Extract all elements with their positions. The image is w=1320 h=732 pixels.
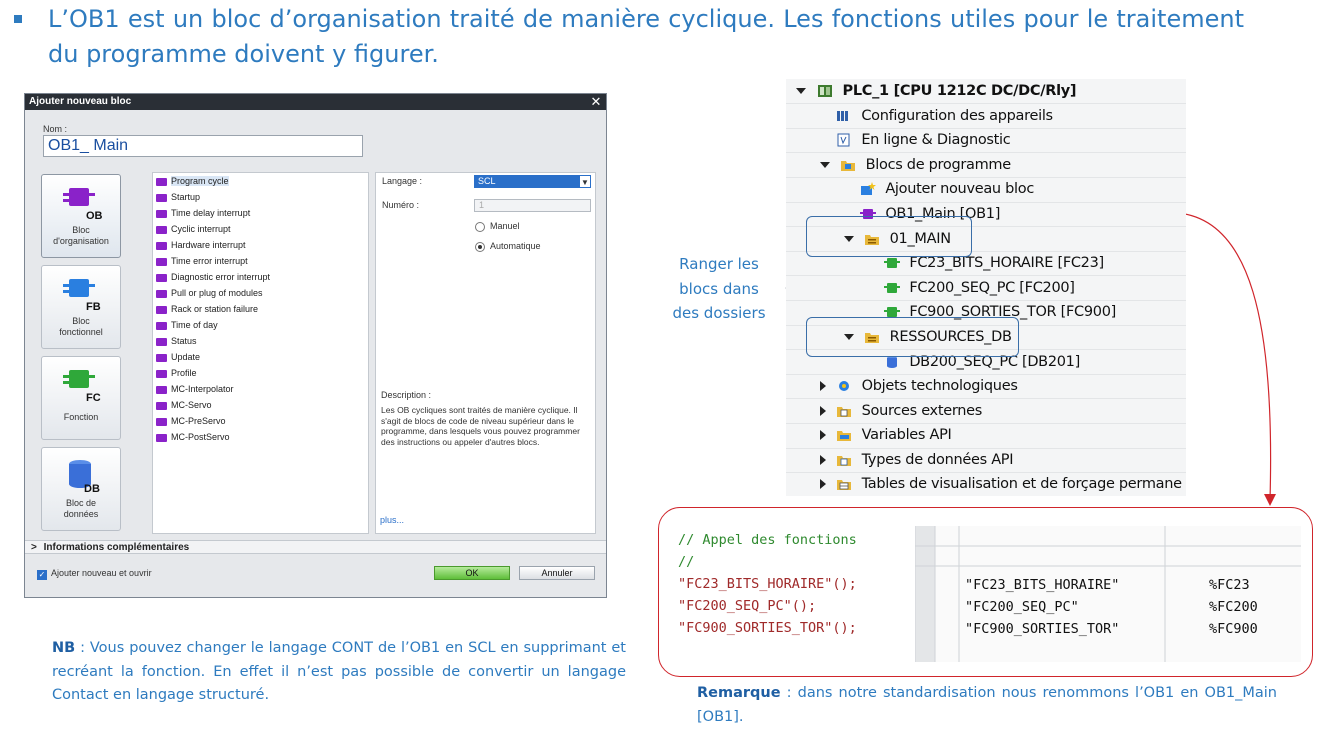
tree-item-tables[interactable]: Tables de visualisation et de forçage pe… <box>820 472 1182 496</box>
tree-item-types[interactable]: Types de données API <box>820 448 1014 472</box>
add-block-icon <box>861 182 876 195</box>
folder-highlight-box <box>806 216 972 257</box>
tree-item-tech[interactable]: Objets technologiques <box>820 374 1018 398</box>
code-comment: // <box>678 554 695 570</box>
remark-note: Remarque : dans notre standardisation no… <box>697 682 1277 729</box>
tree-item-add-block[interactable]: Ajouter nouveau bloc <box>860 177 1034 201</box>
folder-highlight-box <box>806 317 1019 357</box>
datatype-folder-icon <box>837 456 852 466</box>
plc-icon <box>817 85 832 97</box>
device-config-icon <box>837 111 848 121</box>
table-cell: %FC200 <box>1209 599 1258 615</box>
tree-item-plc[interactable]: PLC_1 [CPU 1212C DC/DC/Rly] <box>796 79 1077 103</box>
code-call: "FC200_SEQ_PC"(); <box>678 598 817 614</box>
code-call: "FC23_BITS_HORAIRE"(); <box>678 576 857 592</box>
tree-item-vars[interactable]: Variables API <box>820 423 952 447</box>
tree-item-sources[interactable]: Sources externes <box>820 399 982 423</box>
collapse-arrow-icon <box>820 381 826 391</box>
table-cell: "FC200_SEQ_PC" <box>965 599 1079 615</box>
project-tree: PLC_1 [CPU 1212C DC/DC/Rly] Configuratio… <box>786 79 1186 496</box>
code-call: "FC900_SORTIES_TOR"(); <box>678 620 857 636</box>
folder-icon <box>841 161 856 171</box>
arrow-head-icon <box>1264 494 1276 506</box>
tree-item-blocks[interactable]: Blocs de programme <box>820 153 1011 177</box>
remark-label: Remarque <box>697 685 781 701</box>
fc-block-icon <box>884 283 900 293</box>
diagnostic-icon <box>837 133 850 147</box>
watch-table-icon <box>837 480 852 490</box>
code-comment: // Appel des fonctions <box>678 532 857 548</box>
table-cell: "FC23_BITS_HORAIRE" <box>965 577 1120 593</box>
source-folder-icon <box>837 407 852 417</box>
db-block-icon <box>887 356 897 368</box>
table-cell: %FC900 <box>1209 621 1258 637</box>
expand-arrow-icon <box>820 162 830 168</box>
red-arrow-line <box>1177 212 1272 501</box>
collapse-arrow-icon <box>820 406 826 416</box>
collapse-arrow-icon <box>820 479 826 489</box>
tree-item-fc200[interactable]: FC200_SEQ_PC [FC200] <box>884 276 1075 300</box>
expand-arrow-icon <box>796 88 806 94</box>
table-cell: "FC900_SORTIES_TOR" <box>965 621 1120 637</box>
tree-item-config[interactable]: Configuration des appareils <box>836 104 1053 128</box>
fc-block-icon <box>884 258 900 268</box>
tech-object-icon <box>839 381 850 391</box>
tag-folder-icon <box>837 431 852 441</box>
collapse-arrow-icon <box>820 455 826 465</box>
tree-item-online[interactable]: En ligne & Diagnostic <box>836 128 1011 152</box>
code-excerpt-box: // Appel des fonctions // "FC23_BITS_HOR… <box>658 507 1313 677</box>
table-cell: %FC23 <box>1209 577 1250 593</box>
collapse-arrow-icon <box>820 430 826 440</box>
remark-text: : dans notre standardisation nous renomm… <box>697 685 1277 725</box>
